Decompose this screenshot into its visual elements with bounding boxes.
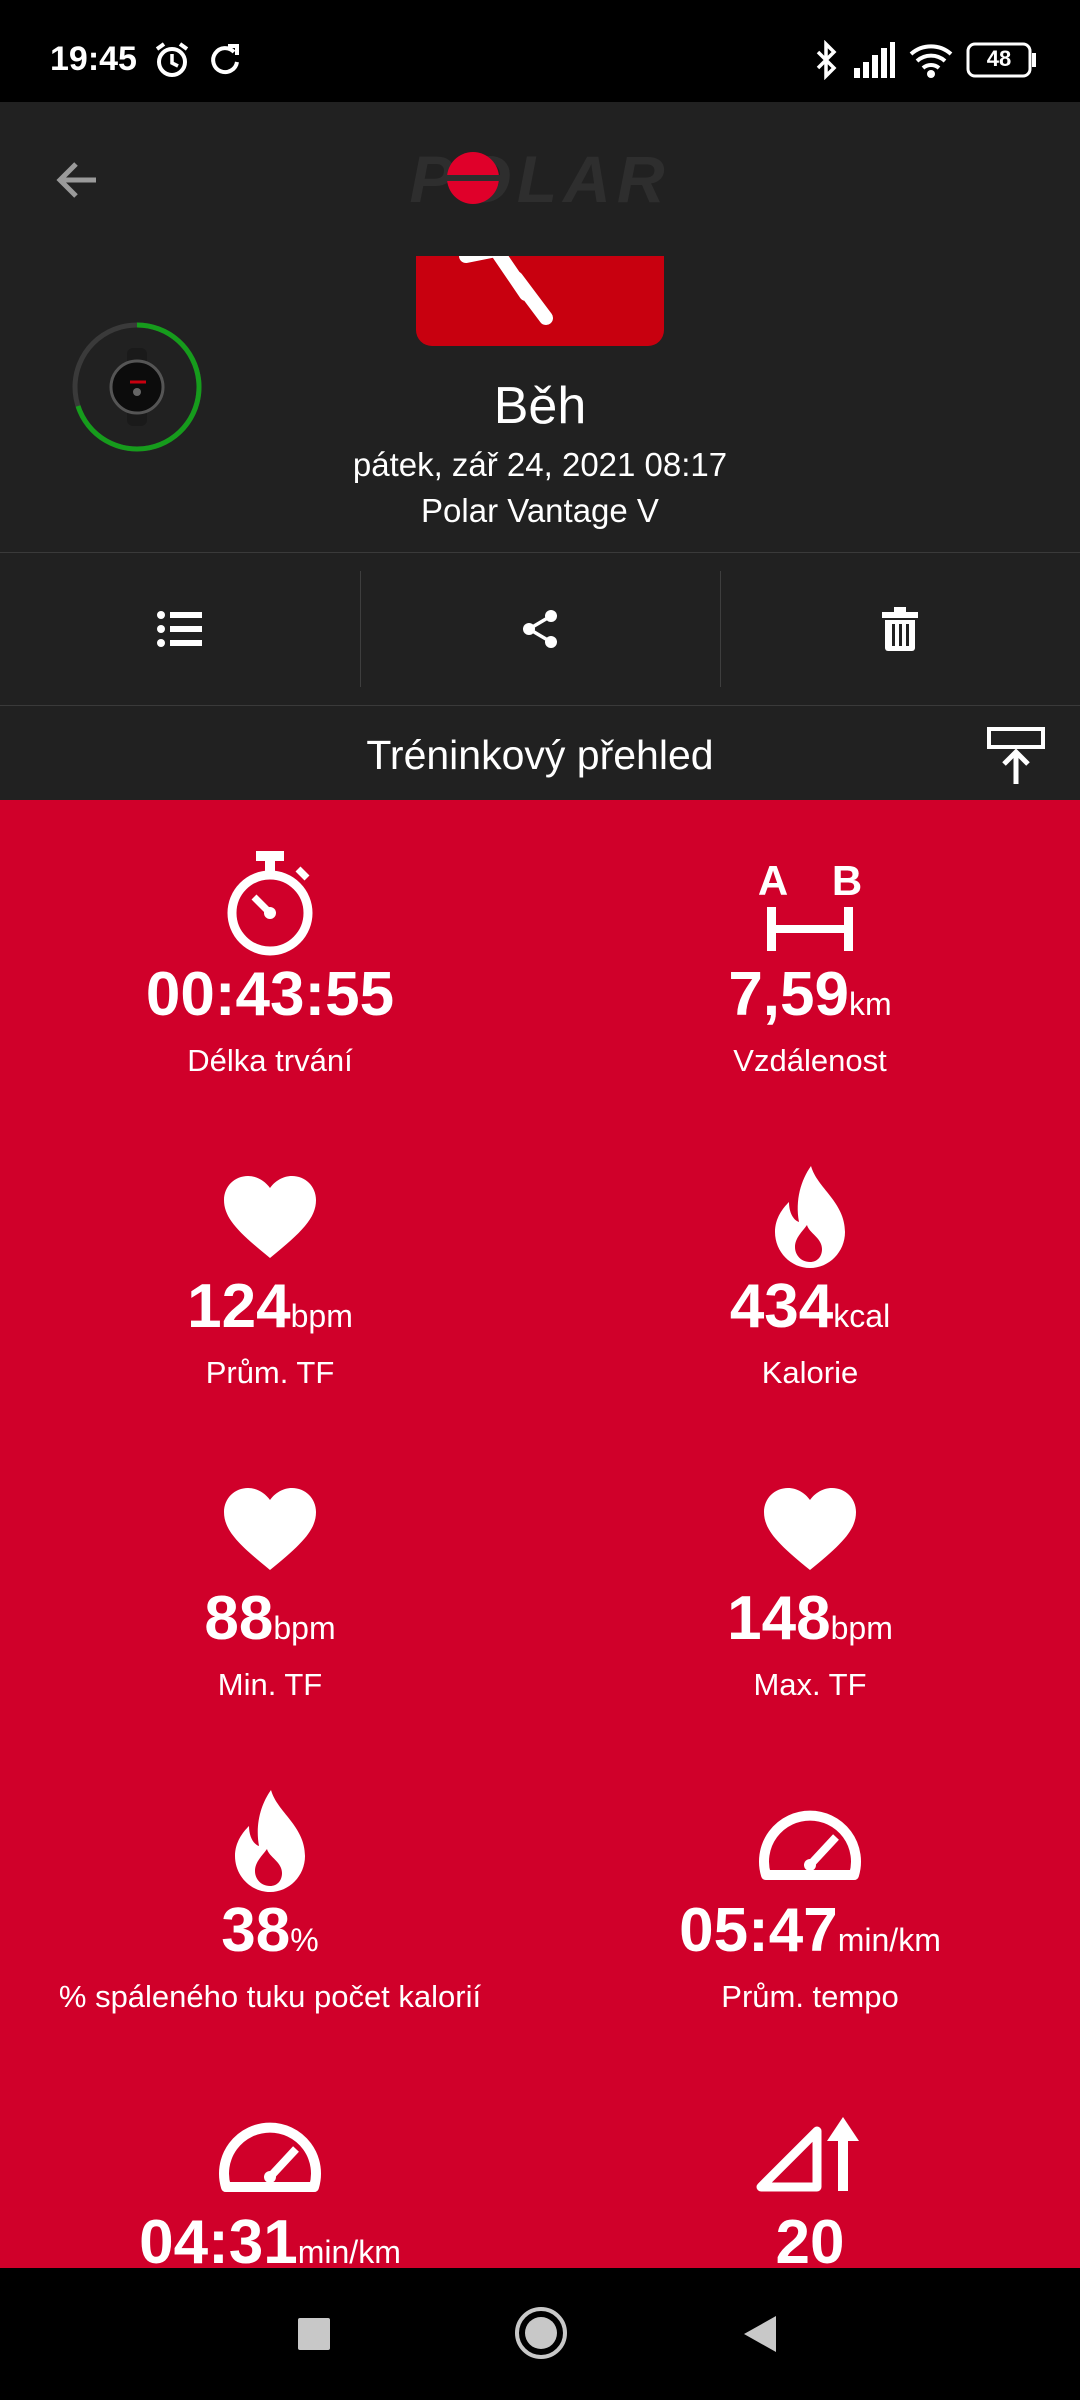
distance-ab-icon: AB (540, 850, 1080, 960)
stat-unit: % (290, 1922, 319, 1958)
list-icon (157, 611, 202, 647)
status-bar: 19:45 48 (0, 0, 1080, 102)
stat-avg-hr: 124bpm Prům. TF (0, 1162, 540, 1391)
heart-icon (0, 1162, 540, 1272)
square-icon (298, 2318, 330, 2350)
svg-text:A: A (758, 857, 788, 904)
stat-value: 05:47 (679, 1896, 838, 1965)
trash-icon (882, 607, 918, 651)
stat-value: 38 (221, 1896, 291, 1965)
stat-value: 04:31 (139, 2208, 298, 2269)
bluetooth-icon (812, 39, 842, 85)
system-nav-bar (0, 2268, 1080, 2400)
collapse-button[interactable] (986, 726, 1046, 786)
training-header: Běh pátek, zář 24, 2021 08:17 Polar Vant… (0, 256, 1080, 553)
back-button[interactable] (40, 142, 116, 218)
stat-max-pace: 04:31min/km (0, 2098, 540, 2268)
recents-button[interactable] (296, 2316, 332, 2352)
share-icon (523, 610, 557, 648)
stat-fat-burn: 38% % spáleného tuku počet kalorií (0, 1786, 540, 2015)
home-button[interactable] (514, 2306, 568, 2360)
overview-section-header: Tréninkový přehled (0, 706, 1080, 800)
flame-icon (540, 1162, 1080, 1272)
stat-label: Prům. tempo (721, 1979, 899, 2014)
sport-tile (416, 256, 664, 346)
list-button[interactable] (0, 553, 360, 705)
stat-unit: bpm (273, 1610, 336, 1646)
stat-ascent: 20 (540, 2098, 1080, 2268)
section-title: Tréninkový přehled (366, 732, 714, 778)
status-time: 19:45 (50, 40, 137, 78)
stat-duration: 00:43:55 Délka trvání (0, 850, 540, 1079)
stat-distance: AB 7,59km Vzdálenost (540, 850, 1080, 1079)
back-nav-button[interactable] (740, 2314, 780, 2354)
stat-label: Prům. TF (205, 1355, 335, 1390)
stat-unit: kcal (833, 1298, 891, 1334)
heart-icon (540, 1474, 1080, 1584)
sport-name: Běh (493, 377, 587, 435)
stat-label: Max. TF (753, 1667, 867, 1702)
stat-unit: bpm (290, 1298, 353, 1334)
stat-value: 7,59 (728, 960, 849, 1029)
stat-unit: km (849, 986, 892, 1022)
stat-unit: min/km (837, 1922, 941, 1958)
delete-button[interactable] (720, 553, 1080, 705)
stat-value: 124 (187, 1272, 291, 1341)
stat-value: 434 (729, 1272, 834, 1341)
stat-label: Vzdálenost (733, 1043, 887, 1078)
stat-label: Kalorie (761, 1355, 859, 1390)
share-button[interactable] (360, 553, 720, 705)
flame-icon (0, 1786, 540, 1896)
stat-unit: bpm (830, 1610, 893, 1646)
training-date: pátek, zář 24, 2021 08:17 (352, 446, 728, 483)
action-bar (0, 553, 1080, 706)
triangle-back-icon (744, 2316, 776, 2352)
stat-unit: min/km (297, 2234, 401, 2268)
speedometer-icon (0, 2098, 540, 2208)
stat-avg-pace: 05:47min/km Prům. tempo (540, 1786, 1080, 2015)
device-name: Polar Vantage V (421, 492, 659, 529)
stat-max-hr: 148bpm Max. TF (540, 1474, 1080, 1703)
battery-level: 48 (986, 46, 1012, 71)
svg-text:B: B (832, 857, 862, 904)
sync-icon (204, 40, 244, 85)
ascent-icon (540, 2098, 1080, 2208)
stopwatch-icon (0, 850, 540, 960)
alarm-icon (152, 40, 192, 85)
stat-label: % spáleného tuku počet kalorií (58, 1979, 482, 2014)
stat-value: 88 (204, 1584, 274, 1653)
stat-label: Min. TF (217, 1667, 323, 1702)
collapse-up-icon (987, 727, 1045, 784)
stat-value: 20 (775, 2208, 845, 2269)
stat-min-hr: 88bpm Min. TF (0, 1474, 540, 1703)
stat-calories: 434kcal Kalorie (540, 1162, 1080, 1391)
polar-logo: POLAR (375, 142, 705, 216)
running-icon (459, 256, 553, 325)
stat-value: 148 (727, 1584, 831, 1653)
stat-label: Délka trvání (187, 1043, 353, 1078)
arrow-back-icon (56, 162, 96, 198)
heart-icon (0, 1474, 540, 1584)
home-circle-icon (515, 2307, 567, 2359)
training-stats: 00:43:55 Délka trvání AB 7,59km Vzdáleno… (0, 800, 1080, 2268)
signal-icon (852, 40, 896, 85)
wifi-icon (908, 40, 954, 85)
stat-value: 00:43:55 (145, 960, 395, 1029)
speedometer-icon (540, 1786, 1080, 1896)
app-bar: POLAR (0, 102, 1080, 257)
